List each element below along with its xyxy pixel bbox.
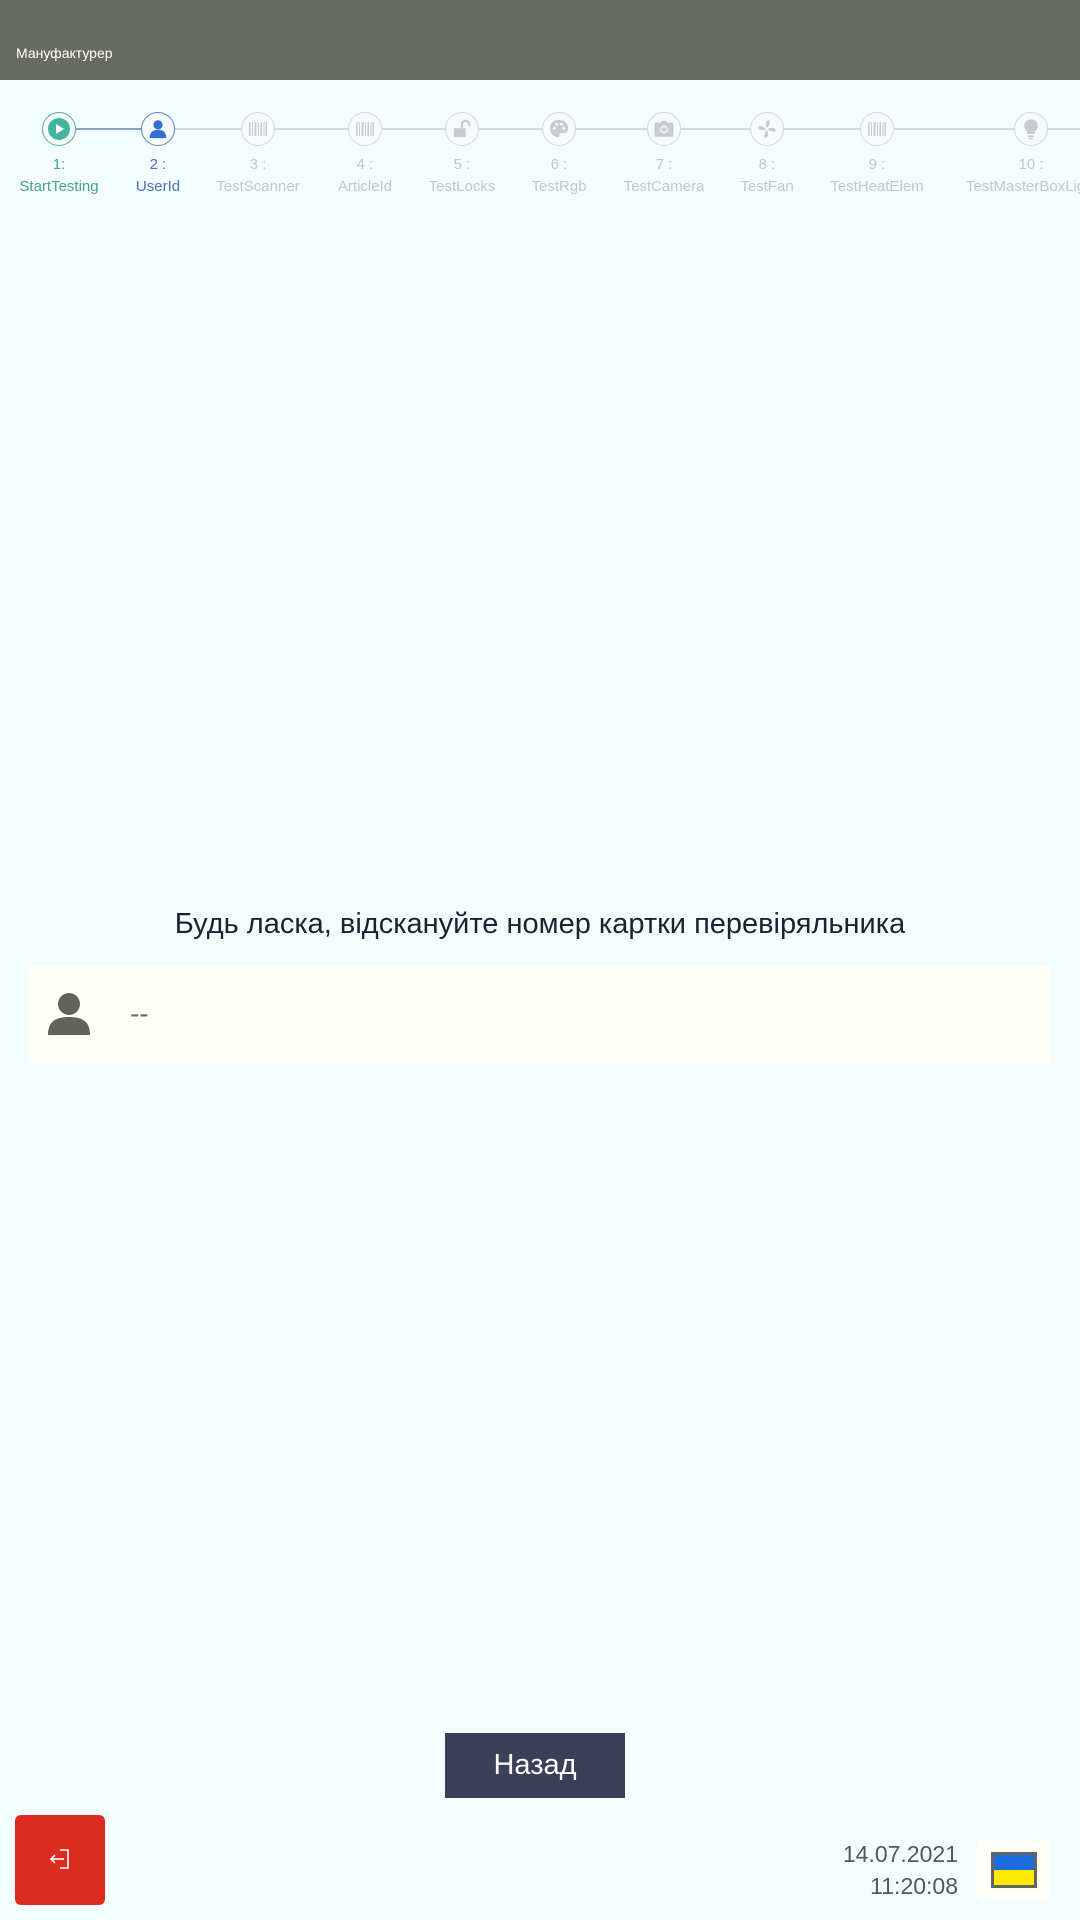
- current-date: 14.07.2021: [842, 1841, 958, 1867]
- back-button[interactable]: Назад: [445, 1733, 625, 1798]
- step-number: 9 :: [868, 156, 886, 173]
- palette-icon: [542, 112, 576, 146]
- barcode-icon: [348, 112, 382, 146]
- camera-icon: [647, 112, 681, 146]
- play-icon: [42, 112, 76, 146]
- step-label: TestHeatElem: [830, 178, 924, 195]
- barcode-icon: [241, 112, 275, 146]
- step-test-master-box-light[interactable]: 10 : TestMasterBoxLight: [966, 112, 1080, 196]
- lightbulb-icon: [1014, 112, 1048, 146]
- fan-icon: [750, 112, 784, 146]
- user-icon: [44, 990, 94, 1040]
- barcode-icon: [860, 112, 894, 146]
- current-time: 11:20:08: [870, 1873, 958, 1899]
- step-number: 10 :: [1018, 156, 1044, 173]
- date-time-display: 14.07.2021 11:20:08: [843, 1838, 958, 1902]
- logout-button[interactable]: [15, 1815, 105, 1905]
- step-test-heat-elem[interactable]: 9 : TestHeatElem: [812, 112, 942, 196]
- app-title: Мануфактурер: [16, 45, 113, 61]
- user-icon: [141, 112, 175, 146]
- logout-icon: [47, 1846, 73, 1875]
- step-label: TestMasterBoxLight: [966, 178, 1080, 195]
- ukraine-flag-icon: [991, 1852, 1037, 1888]
- language-selector[interactable]: [978, 1840, 1050, 1900]
- test-stepper: 1: StartTesting 2 : UserId 3 : TestScann…: [0, 80, 1080, 220]
- scanned-card-number: --: [130, 998, 149, 1029]
- scan-prompt: Будь ласка, відскануйте номер картки пер…: [174, 908, 906, 940]
- user-card-scan-field[interactable]: --: [28, 966, 1050, 1064]
- top-bar: Мануфактурер: [0, 0, 1080, 80]
- unlock-icon: [445, 112, 479, 146]
